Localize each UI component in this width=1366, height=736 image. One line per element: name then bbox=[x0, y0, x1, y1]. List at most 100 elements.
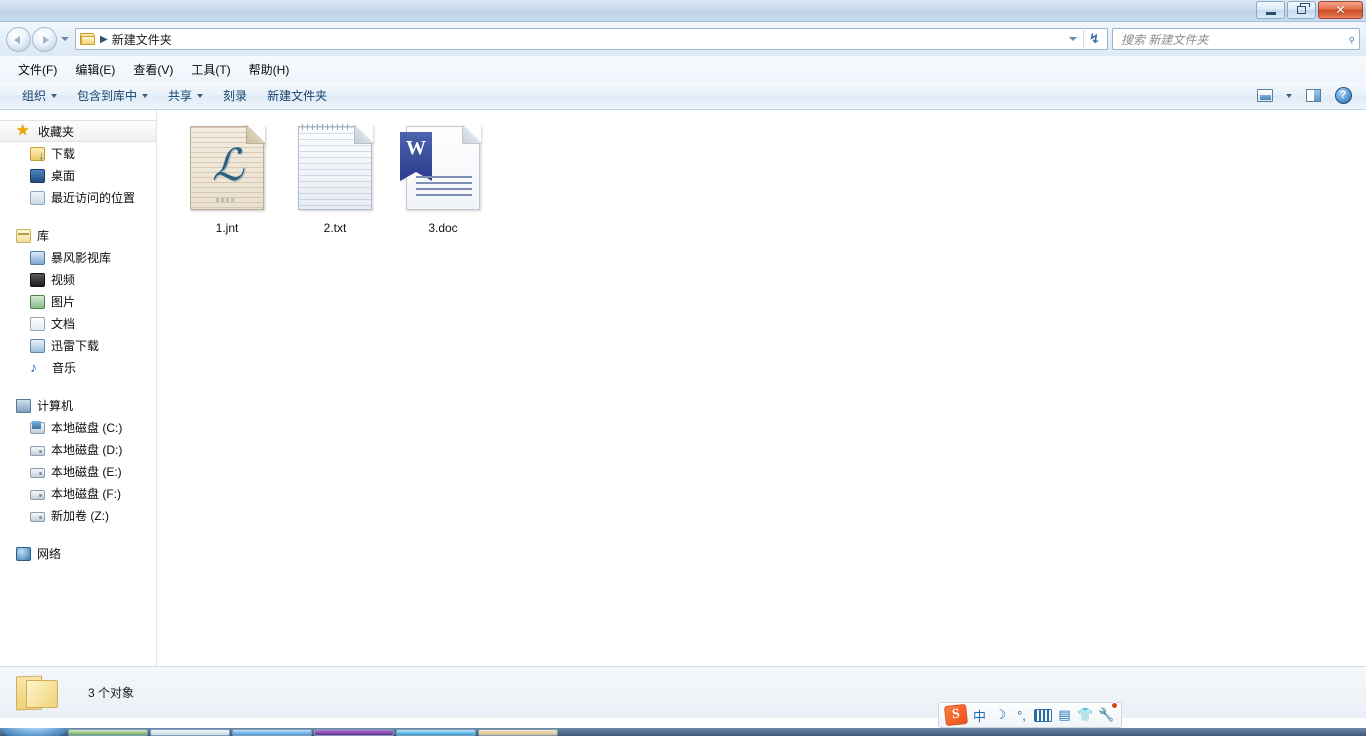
start-button[interactable] bbox=[2, 728, 66, 736]
sidebar-item-drive-e[interactable]: 本地磁盘 (E:) bbox=[0, 460, 156, 482]
notification-badge bbox=[1111, 702, 1118, 709]
tools-icon[interactable]: 🔧 bbox=[1098, 702, 1118, 725]
navigation-pane[interactable]: ★ 收藏夹 下载 桌面 最近访问的位置 bbox=[0, 110, 157, 666]
organize-button[interactable]: 组织 bbox=[12, 85, 67, 107]
sidebar-label-thunder: 迅雷下载 bbox=[51, 338, 100, 353]
sidebar-item-desktop[interactable]: 桌面 bbox=[0, 164, 156, 186]
share-button[interactable]: 共享 bbox=[158, 85, 213, 107]
taskbar-item[interactable] bbox=[478, 728, 558, 736]
address-bar[interactable]: ▶ 新建文件夹 ↯ bbox=[75, 28, 1108, 50]
menu-edit[interactable]: 编辑(E) bbox=[67, 58, 123, 81]
downloads-icon bbox=[30, 146, 45, 162]
taskbar-item[interactable] bbox=[232, 728, 312, 736]
breadcrumb[interactable]: 新建文件夹 bbox=[112, 31, 172, 48]
taskbar-item[interactable] bbox=[314, 728, 394, 736]
new-folder-button[interactable]: 新建文件夹 bbox=[257, 85, 337, 107]
sidebar-item-videos[interactable]: 视频 bbox=[0, 268, 156, 290]
sidebar-item-drive-d[interactable]: 本地磁盘 (D:) bbox=[0, 438, 156, 460]
explorer-window: ✕ ▶ 新建文件夹 ↯ 搜索 新建文件夹 ⌕ 文件(F) 编辑(E) 查看(V)… bbox=[0, 0, 1366, 736]
search-box[interactable]: 搜索 新建文件夹 ⌕ bbox=[1112, 28, 1360, 50]
user-card-icon[interactable]: ▤ bbox=[1056, 705, 1073, 725]
address-dropdown-button[interactable] bbox=[1063, 37, 1083, 41]
preview-pane-icon bbox=[1305, 89, 1321, 102]
burn-button[interactable]: 刻录 bbox=[213, 85, 257, 107]
sidebar-label-computer: 计算机 bbox=[37, 398, 74, 413]
file-list-pane[interactable]: ℒ 1.jnt 2.txt W 3.doc bbox=[157, 110, 1366, 666]
sogou-logo-icon[interactable]: S bbox=[944, 703, 968, 727]
change-view-button[interactable] bbox=[1252, 85, 1278, 107]
skin-icon[interactable]: 👕 bbox=[1077, 705, 1094, 725]
view-dropdown-button[interactable] bbox=[1282, 85, 1296, 107]
menu-tools[interactable]: 工具(T) bbox=[183, 58, 238, 81]
sidebar-item-music[interactable]: ♪ 音乐 bbox=[0, 356, 156, 378]
file-item-doc[interactable]: W 3.doc bbox=[389, 118, 497, 236]
baofeng-library-icon bbox=[30, 250, 45, 265]
sidebar-label-desktop: 桌面 bbox=[51, 168, 76, 183]
taskbar-item[interactable] bbox=[150, 728, 230, 736]
chinese-mode-icon[interactable]: 中 bbox=[971, 705, 988, 725]
ime-toolbar[interactable]: S 中 ☽ °, ▤ 👕 🔧 bbox=[938, 702, 1122, 728]
sidebar-item-pictures[interactable]: 图片 bbox=[0, 290, 156, 312]
sidebar-item-drive-c[interactable]: 本地磁盘 (C:) bbox=[0, 416, 156, 438]
taskbar[interactable] bbox=[0, 728, 1366, 736]
computer-group: 计算机 本地磁盘 (C:) 本地磁盘 (D:) 本地磁盘 (E:) 本地磁盘 (… bbox=[0, 394, 156, 526]
file-item-txt[interactable]: 2.txt bbox=[281, 118, 389, 236]
star-icon: ★ bbox=[16, 122, 30, 139]
title-bar: ✕ bbox=[0, 0, 1366, 22]
sidebar-label-drive-f: 本地磁盘 (F:) bbox=[51, 486, 121, 501]
videos-icon bbox=[30, 272, 45, 287]
taskbar-item[interactable] bbox=[396, 728, 476, 736]
forward-button[interactable] bbox=[32, 26, 57, 52]
close-icon: ✕ bbox=[1335, 3, 1346, 17]
folder-icon bbox=[80, 32, 96, 46]
sidebar-item-documents[interactable]: 文档 bbox=[0, 312, 156, 334]
menu-help[interactable]: 帮助(H) bbox=[241, 58, 298, 81]
sidebar-item-drive-f[interactable]: 本地磁盘 (F:) bbox=[0, 482, 156, 504]
moon-icon[interactable]: ☽ bbox=[992, 705, 1009, 725]
chevron-down-icon bbox=[197, 93, 204, 98]
taskbar-item[interactable] bbox=[68, 728, 148, 736]
drive-icon bbox=[30, 467, 45, 478]
preview-pane-button[interactable] bbox=[1300, 85, 1326, 107]
sidebar-item-downloads[interactable]: 下载 bbox=[0, 142, 156, 164]
back-button[interactable] bbox=[6, 26, 31, 52]
chevron-down-icon bbox=[51, 93, 58, 98]
sidebar-label-favorites: 收藏夹 bbox=[38, 124, 75, 139]
drive-icon bbox=[30, 445, 45, 456]
item-count-label: 3 个对象 bbox=[88, 686, 135, 700]
sidebar-item-computer[interactable]: 计算机 bbox=[0, 394, 156, 416]
sidebar-label-libraries: 库 bbox=[37, 228, 50, 243]
sidebar-item-thunder-download[interactable]: 迅雷下载 bbox=[0, 334, 156, 356]
minimize-button[interactable] bbox=[1256, 1, 1285, 19]
sidebar-item-baofeng-library[interactable]: 暴风影视库 bbox=[0, 246, 156, 268]
file-item-jnt[interactable]: ℒ 1.jnt bbox=[173, 118, 281, 236]
chevron-down-icon bbox=[60, 37, 69, 41]
sidebar-item-recent-places[interactable]: 最近访问的位置 bbox=[0, 186, 156, 208]
sidebar-label-videos: 视频 bbox=[51, 272, 76, 287]
file-label: 2.txt bbox=[323, 221, 347, 235]
maximize-button[interactable] bbox=[1287, 1, 1316, 19]
search-input[interactable]: 搜索 新建文件夹 bbox=[1121, 31, 1348, 48]
breadcrumb-separator[interactable]: ▶ bbox=[100, 34, 108, 45]
sidebar-item-network[interactable]: 网络 bbox=[0, 542, 156, 564]
music-icon: ♪ bbox=[30, 359, 37, 375]
punctuation-icon[interactable]: °, bbox=[1013, 705, 1030, 725]
sidebar-label-network: 网络 bbox=[37, 546, 62, 561]
organize-label: 组织 bbox=[22, 89, 47, 103]
menu-view[interactable]: 查看(V) bbox=[125, 58, 181, 81]
menu-file[interactable]: 文件(F) bbox=[10, 58, 65, 81]
soft-keyboard-icon[interactable] bbox=[1034, 705, 1052, 725]
sidebar-item-drive-z[interactable]: 新加卷 (Z:) bbox=[0, 504, 156, 526]
drive-icon bbox=[30, 511, 45, 522]
refresh-icon: ↯ bbox=[1089, 31, 1100, 46]
close-button[interactable]: ✕ bbox=[1318, 1, 1363, 19]
refresh-button[interactable]: ↯ bbox=[1083, 28, 1105, 50]
window-controls: ✕ bbox=[1256, 1, 1363, 19]
help-button[interactable]: ? bbox=[1330, 85, 1356, 107]
sidebar-label-drive-z: 新加卷 (Z:) bbox=[51, 508, 109, 523]
sidebar-item-favorites[interactable]: ★ 收藏夹 bbox=[0, 120, 156, 142]
include-in-library-label: 包含到库中 bbox=[77, 89, 138, 103]
sidebar-item-libraries[interactable]: 库 bbox=[0, 224, 156, 246]
recent-pages-dropdown[interactable] bbox=[58, 31, 71, 47]
include-in-library-button[interactable]: 包含到库中 bbox=[67, 85, 158, 107]
